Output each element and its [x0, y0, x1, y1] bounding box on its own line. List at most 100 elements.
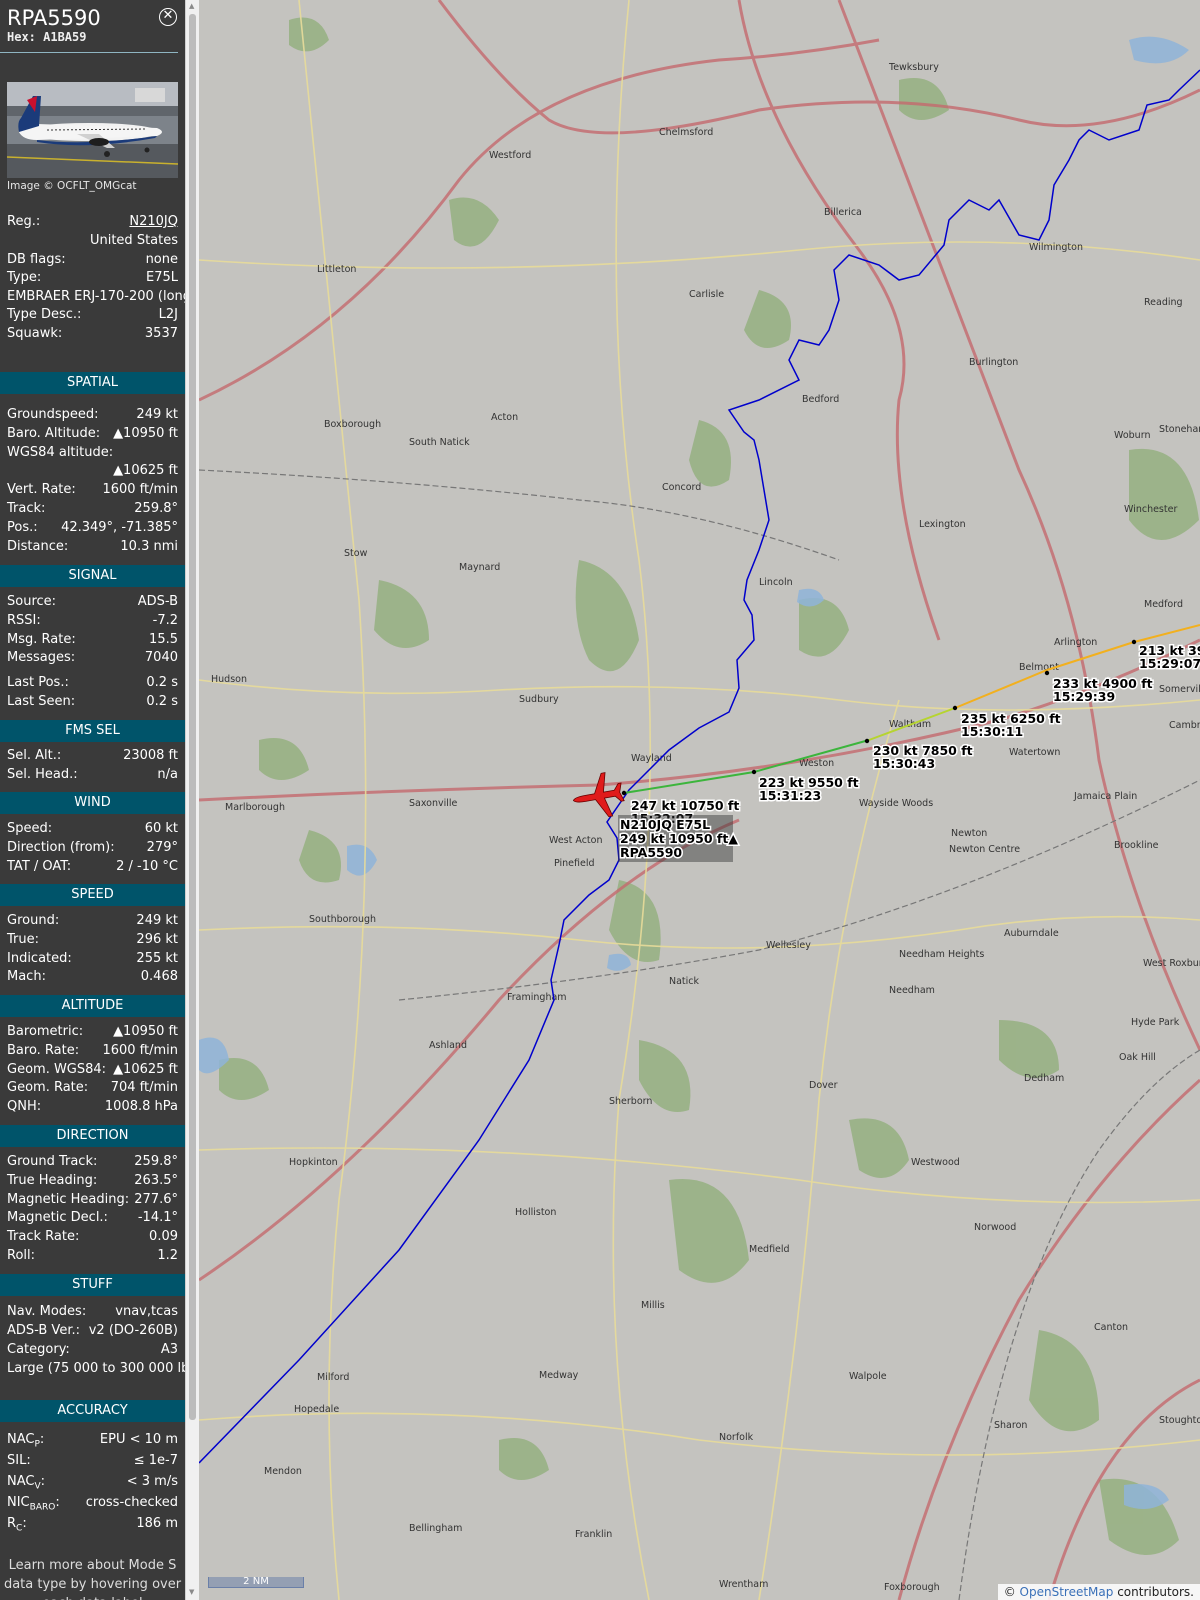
qnh-label: QNH: [7, 1099, 42, 1115]
town-label: Winchester [1124, 504, 1177, 515]
wind-speed-row: Speed: 60 kt [0, 820, 185, 839]
wind-dir-row: Direction (from): 279° [0, 839, 185, 858]
tat-label: TAT / OAT: [7, 858, 72, 874]
dbflags-row: DB flags: none [0, 251, 185, 270]
wind-rows: Speed: 60 kt Direction (from): 279° TAT / … [0, 820, 185, 876]
position: 42.349°, -71.385° [61, 519, 178, 535]
true-heading-row: True Heading: 263.5° [0, 1172, 185, 1191]
section-signal: SIGNAL [0, 565, 185, 587]
town-label: Boxborough [324, 419, 381, 430]
selhead-row: Sel. Head.: n/a [0, 766, 185, 785]
qnh: 1008.8 hPa [104, 1099, 178, 1115]
vert-rate-row: Vert. Rate: 1600 ft/min [0, 481, 185, 500]
true-heading-label: True Heading: [7, 1172, 98, 1188]
close-icon[interactable]: ✕ [159, 8, 177, 26]
rc-label: RC: [7, 1516, 27, 1534]
geom-rate-row: Geom. Rate: 704 ft/min [0, 1079, 185, 1098]
rssi: -7.2 [152, 612, 178, 628]
plane-icon[interactable] [570, 770, 627, 822]
town-label: Westwood [911, 1157, 960, 1168]
scroll-up-icon[interactable]: ▲ [189, 2, 194, 10]
true-speed-label: True: [7, 931, 39, 947]
sel-alt: 23008 ft [123, 748, 178, 763]
town-label: Bellingham [409, 1523, 462, 1534]
town-label: Canton [1094, 1322, 1128, 1333]
mag-decl-label: Magnetic Decl.: [7, 1210, 108, 1226]
town-label: Littleton [317, 264, 356, 275]
town-label: Walpole [849, 1371, 887, 1382]
roll-label: Roll: [7, 1247, 36, 1263]
type-full: EMBRAER ERJ-170-200 (long wing) [7, 289, 185, 305]
sidebar-scrollbar[interactable]: ▲ ▼ [185, 0, 199, 1600]
nav-modes-row: Nav. Modes: vnav,tcas [0, 1303, 185, 1322]
scroll-down-icon[interactable]: ▼ [189, 1588, 194, 1596]
ground-track: 259.8° [134, 1154, 178, 1169]
accuracy-rows: NACP: EPU < 10 m SIL: ≤ 1e-7 NACV: < 3 m/s … [0, 1429, 185, 1534]
ground-speed: 249 kt [136, 913, 178, 928]
spatial-rows: Groundspeed: 249 kt Baro. Altitude: ▲10950… [0, 406, 185, 556]
town-label: Billerica [824, 207, 862, 218]
town-label: Sudbury [519, 694, 559, 705]
town-label: Bedford [802, 394, 839, 405]
baro-rate: 1600 ft/min [102, 1042, 178, 1058]
scrollbar-thumb[interactable] [189, 14, 196, 1420]
baro-rate-label: Baro. Rate: [7, 1042, 80, 1058]
town-label: Needham Heights [899, 949, 984, 960]
baro-rate-row: Baro. Rate: 1600 ft/min [0, 1042, 185, 1061]
trail-label-time: 15:29:39 [1053, 689, 1115, 704]
ground-track-label: Ground Track: [7, 1154, 98, 1169]
town-label: Hopkinton [289, 1157, 338, 1168]
registration-link[interactable]: N210JQ [129, 213, 178, 232]
mag-decl-row: Magnetic Decl.: -14.1° [0, 1209, 185, 1228]
town-label: Milford [317, 1372, 349, 1383]
signal-rows: Source: ADS-B RSSI: -7.2 Msg. Rate: 15.5 Me… [0, 593, 185, 712]
town-label: Holliston [515, 1207, 556, 1218]
nav-modes: vnav,tcas [115, 1304, 178, 1319]
typedesc: L2J [158, 307, 178, 323]
track: 259.8° [134, 500, 178, 516]
osm-link[interactable]: OpenStreetMap [1020, 1585, 1114, 1599]
roll-row: Roll: 1.2 [0, 1247, 185, 1266]
section-wind: WIND [0, 792, 185, 814]
vert-rate-label: Vert. Rate: [7, 482, 76, 498]
distance-row: Distance: 10.3 nmi [0, 538, 185, 557]
town-label: Watertown [1009, 747, 1060, 758]
adsb-ver-label: ADS-B Ver.: [7, 1322, 80, 1338]
wgs-altitude: ▲10625 ft [113, 463, 178, 479]
position-label: Pos.: [7, 519, 38, 535]
section-altitude: ALTITUDE [0, 995, 185, 1017]
typedesc-label: Type Desc.: [7, 307, 82, 323]
map-canvas[interactable]: Tewksbury Chelmsford Westford Billerica Wilm… [199, 0, 1200, 1600]
aircraft-photo[interactable] [7, 82, 178, 178]
mach: 0.468 [140, 969, 178, 985]
geom-row: Geom. WGS84: ▲10625 ft [0, 1061, 185, 1080]
plane-label-callsign: RPA5590 [620, 845, 682, 860]
town-label: Dedham [1024, 1073, 1064, 1084]
town-label: Burlington [969, 357, 1018, 368]
lastpos-label: Last Pos.: [7, 675, 69, 691]
type-row: Type: E75L [0, 269, 185, 288]
indicated-airspeed: 255 kt [136, 950, 178, 966]
map-view[interactable]: Tewksbury Chelmsford Westford Billerica Wilm… [199, 0, 1200, 1600]
section-stuff: STUFF [0, 1274, 185, 1296]
section-spatial: SPATIAL [0, 372, 185, 394]
water-layer [199, 36, 1189, 1509]
lastseen-row: Last Seen: 0.2 s [0, 693, 185, 712]
squawk-row: Squawk: 3537 [0, 325, 185, 344]
town-label: Newton [951, 828, 987, 839]
baro-alt-label: Baro. Altitude: [7, 425, 101, 441]
type-label: Type: [7, 270, 42, 286]
town-label: Reading [1144, 297, 1183, 308]
town-label: Wilmington [1029, 242, 1083, 253]
town-label: Needham [889, 985, 935, 996]
hex-code: Hex: A1BA59 [7, 30, 87, 44]
town-label: Chelmsford [659, 127, 713, 138]
nicbaro: cross-checked [85, 1495, 178, 1510]
distance: 10.3 nmi [120, 538, 178, 554]
nicbaro-label: NICBARO: [7, 1495, 60, 1513]
ias-row: Indicated: 255 kt [0, 950, 185, 969]
trail-label-time: 15:29:07 [1139, 656, 1200, 671]
town-label: Mendon [264, 1466, 302, 1477]
trail-label-time: 15:30:43 [873, 756, 935, 771]
mach-label: Mach: [7, 969, 46, 985]
